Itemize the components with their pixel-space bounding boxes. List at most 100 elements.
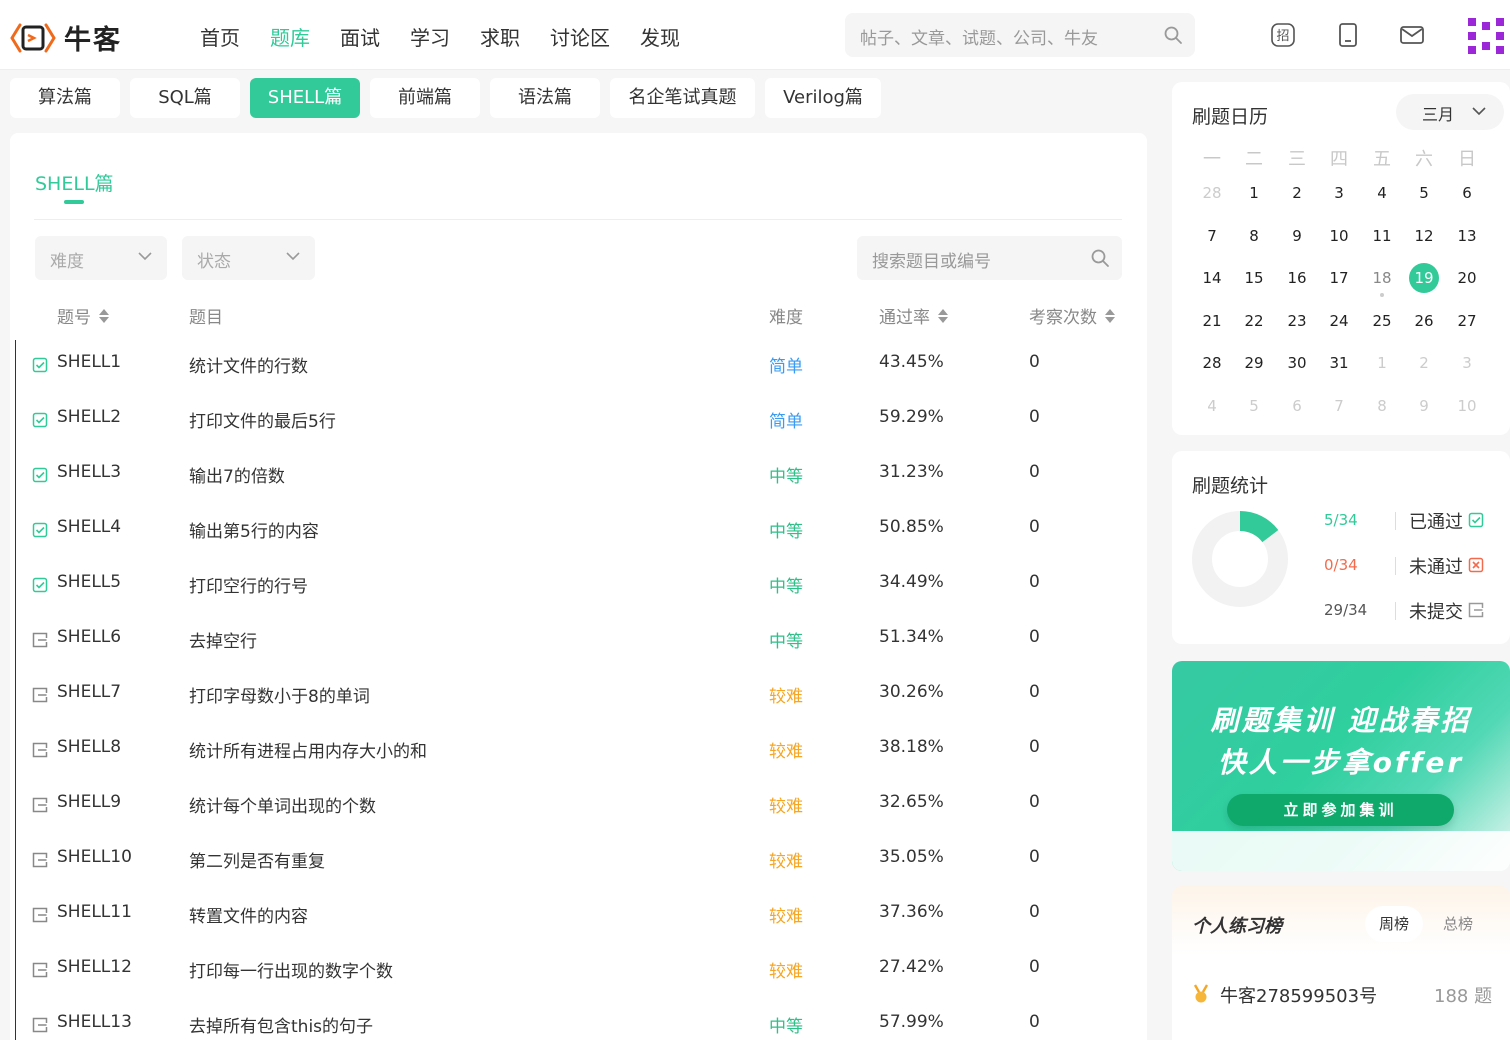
search-icon[interactable] (1163, 25, 1183, 45)
question-search-input[interactable]: 搜索题目或编号 (857, 236, 1122, 280)
calendar-day[interactable]: 25 (1367, 306, 1397, 336)
table-row[interactable]: SHELL6 去掉空行 中等 51.34% 0 (10, 614, 1147, 669)
tab-shell[interactable]: SHELL篇 (250, 78, 360, 118)
month-select[interactable]: 三月 (1396, 94, 1504, 130)
table-row[interactable]: SHELL5 打印空行的行号 中等 34.49% 0 (10, 559, 1147, 614)
calendar-day[interactable]: 9 (1409, 391, 1439, 421)
unsubmitted-label[interactable]: 未提交 (1409, 598, 1463, 624)
tab-company-exams[interactable]: 名企笔试真题 (610, 78, 755, 118)
tab-syntax[interactable]: 语法篇 (490, 78, 600, 118)
calendar-day[interactable]: 19 (1409, 263, 1439, 293)
question-title[interactable]: 打印空行的行号 (189, 572, 308, 597)
calendar-day[interactable]: 7 (1197, 221, 1227, 251)
calendar-day[interactable]: 13 (1452, 221, 1482, 251)
table-row[interactable]: SHELL2 打印文件的最后5行 简单 59.29% 0 (10, 394, 1147, 449)
nav-home[interactable]: 首页 (200, 22, 240, 51)
passed-label[interactable]: 已通过 (1409, 508, 1463, 534)
tab-verilog[interactable]: Verilog篇 (765, 78, 881, 118)
question-title[interactable]: 转置文件的内容 (189, 902, 308, 927)
mail-icon[interactable] (1399, 22, 1425, 48)
question-title[interactable]: 打印字母数小于8的单词 (189, 682, 370, 707)
calendar-day[interactable]: 2 (1409, 348, 1439, 378)
nav-interview[interactable]: 面试 (340, 22, 380, 51)
tab-algorithm[interactable]: 算法篇 (10, 78, 120, 118)
calendar-day[interactable]: 10 (1324, 221, 1354, 251)
calendar-day[interactable]: 3 (1324, 178, 1354, 208)
nav-jobs[interactable]: 求职 (480, 22, 520, 51)
panel-title[interactable]: SHELL篇 (35, 169, 114, 196)
calendar-day[interactable]: 31 (1324, 348, 1354, 378)
tab-weekly[interactable]: 周榜 (1365, 906, 1423, 942)
leaderboard-user-name[interactable]: 牛客278599503号 (1220, 982, 1377, 1008)
nav-discover[interactable]: 发现 (640, 22, 680, 51)
column-header-rate[interactable]: 通过率 (879, 303, 948, 328)
table-row[interactable]: SHELL10 第二列是否有重复 较难 35.05% 0 (10, 834, 1147, 889)
status-filter[interactable]: 状态 (182, 236, 315, 280)
question-title[interactable]: 去掉所有包含this的句子 (189, 1012, 373, 1037)
calendar-day[interactable]: 16 (1282, 263, 1312, 293)
calendar-day[interactable]: 5 (1409, 178, 1439, 208)
table-row[interactable]: SHELL9 统计每个单词出现的个数 较难 32.65% 0 (10, 779, 1147, 834)
calendar-day[interactable]: 10 (1452, 391, 1482, 421)
question-title[interactable]: 统计每个单词出现的个数 (189, 792, 376, 817)
nav-discussion[interactable]: 讨论区 (550, 22, 610, 51)
question-title[interactable]: 输出第5行的内容 (189, 517, 319, 542)
recruit-icon[interactable]: 招 (1270, 22, 1296, 48)
nav-question-bank[interactable]: 题库 (270, 22, 310, 51)
tab-frontend[interactable]: 前端篇 (370, 78, 480, 118)
table-row[interactable]: SHELL11 转置文件的内容 较难 37.36% 0 (10, 889, 1147, 944)
global-search-input[interactable]: 帖子、文章、试题、公司、牛友 (845, 13, 1195, 57)
calendar-day[interactable]: 20 (1452, 263, 1482, 293)
calendar-day[interactable]: 27 (1452, 306, 1482, 336)
calendar-day[interactable]: 7 (1324, 391, 1354, 421)
nav-learn[interactable]: 学习 (410, 22, 450, 51)
calendar-day[interactable]: 14 (1197, 263, 1227, 293)
calendar-day[interactable]: 6 (1452, 178, 1482, 208)
calendar-day[interactable]: 11 (1367, 221, 1397, 251)
calendar-day[interactable]: 18 (1367, 263, 1397, 293)
calendar-day[interactable]: 22 (1239, 306, 1269, 336)
table-row[interactable]: SHELL12 打印每一行出现的数字个数 较难 27.42% 0 (10, 944, 1147, 999)
calendar-day[interactable]: 1 (1239, 178, 1269, 208)
training-camp-banner[interactable]: 刷题集训 迎战春招 快人一步拿offer 立即参加集训 (1172, 661, 1510, 871)
calendar-day[interactable]: 3 (1452, 348, 1482, 378)
table-row[interactable]: SHELL13 去掉所有包含this的句子 中等 57.99% 0 (10, 999, 1147, 1040)
calendar-day[interactable]: 4 (1367, 178, 1397, 208)
calendar-day[interactable]: 12 (1409, 221, 1439, 251)
calendar-day[interactable]: 6 (1282, 391, 1312, 421)
calendar-day[interactable]: 24 (1324, 306, 1354, 336)
table-row[interactable]: SHELL3 输出7的倍数 中等 31.23% 0 (10, 449, 1147, 504)
calendar-day[interactable]: 29 (1239, 348, 1269, 378)
question-title[interactable]: 统计文件的行数 (189, 352, 308, 377)
calendar-day[interactable]: 9 (1282, 221, 1312, 251)
avatar-icon[interactable] (1466, 16, 1506, 56)
question-title[interactable]: 第二列是否有重复 (189, 847, 325, 872)
table-row[interactable]: SHELL8 统计所有进程占用内存大小的和 较难 38.18% 0 (10, 724, 1147, 779)
column-header-count[interactable]: 考察次数 (1029, 303, 1115, 328)
failed-label[interactable]: 未通过 (1409, 553, 1463, 579)
calendar-day[interactable]: 23 (1282, 306, 1312, 336)
tab-sql[interactable]: SQL篇 (130, 78, 240, 118)
calendar-day[interactable]: 8 (1367, 391, 1397, 421)
calendar-day[interactable]: 8 (1239, 221, 1269, 251)
calendar-day[interactable]: 30 (1282, 348, 1312, 378)
mobile-icon[interactable] (1335, 22, 1361, 48)
difficulty-filter[interactable]: 难度 (35, 236, 167, 280)
sort-icon[interactable] (99, 308, 109, 324)
search-icon[interactable] (1090, 248, 1110, 268)
calendar-day[interactable]: 21 (1197, 306, 1227, 336)
calendar-day[interactable]: 15 (1239, 263, 1269, 293)
sort-icon[interactable] (938, 308, 948, 324)
table-row[interactable]: SHELL7 打印字母数小于8的单词 较难 30.26% 0 (10, 669, 1147, 724)
join-training-button[interactable]: 立即参加集训 (1227, 794, 1454, 826)
question-title[interactable]: 统计所有进程占用内存大小的和 (189, 737, 427, 762)
sort-icon[interactable] (1105, 308, 1115, 324)
table-row[interactable]: SHELL4 输出第5行的内容 中等 50.85% 0 (10, 504, 1147, 559)
calendar-day[interactable]: 28 (1197, 178, 1227, 208)
tab-total[interactable]: 总榜 (1429, 906, 1487, 942)
calendar-day[interactable]: 4 (1197, 391, 1227, 421)
table-row[interactable]: SHELL1 统计文件的行数 简单 43.45% 0 (10, 339, 1147, 394)
calendar-day[interactable]: 5 (1239, 391, 1269, 421)
question-title[interactable]: 去掉空行 (189, 627, 257, 652)
calendar-day[interactable]: 1 (1367, 348, 1397, 378)
